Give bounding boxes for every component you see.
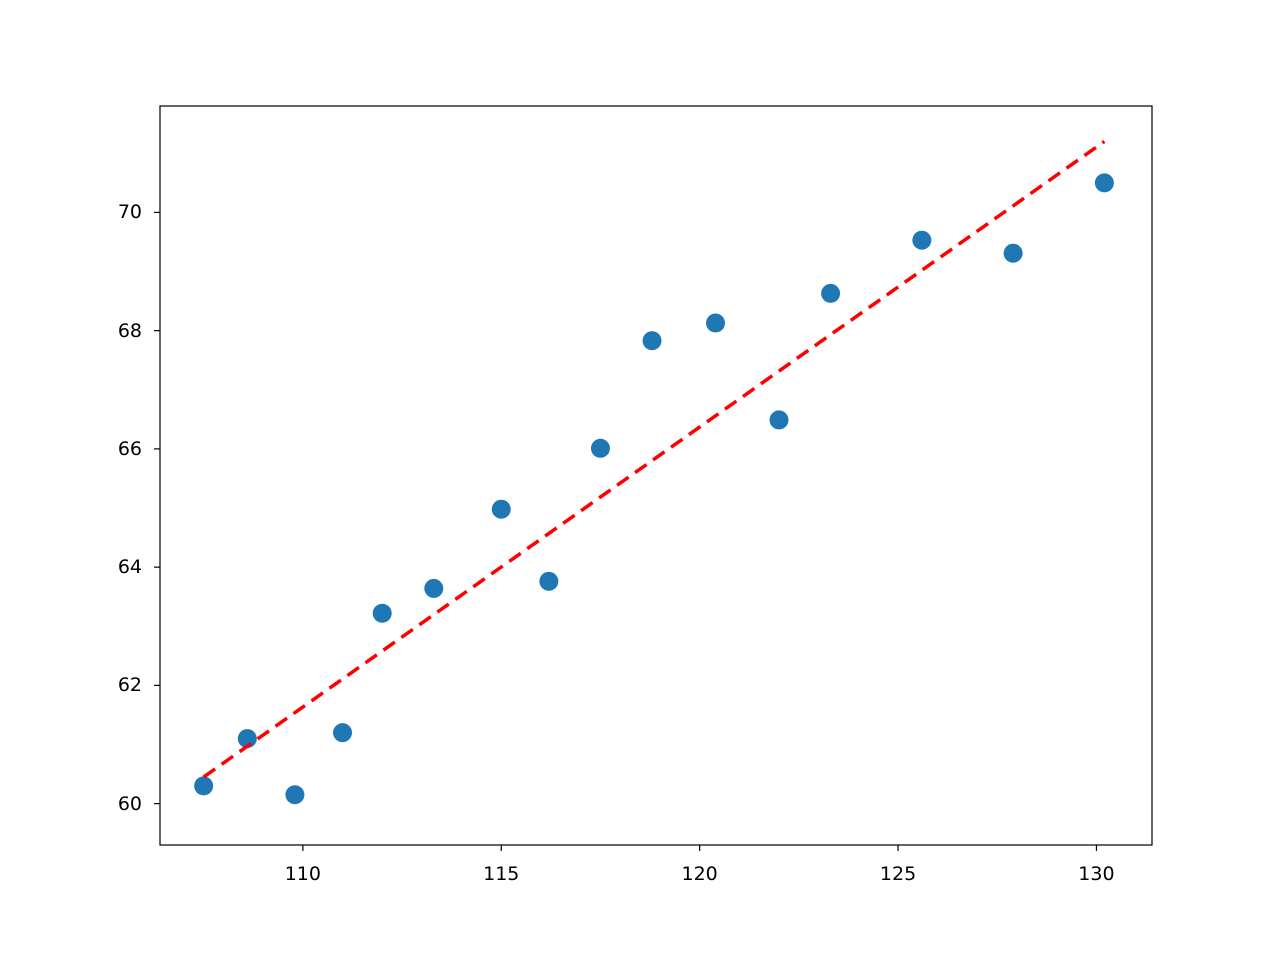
scatter-point (1095, 173, 1114, 192)
scatter-point (643, 331, 662, 350)
scatter-point (333, 723, 352, 742)
x-tick-label: 120 (682, 863, 718, 885)
scatter-point (194, 776, 213, 795)
scatter-point (373, 604, 392, 623)
x-tick-label: 110 (285, 863, 321, 885)
y-tick-label: 70 (118, 201, 142, 223)
y-tick-label: 62 (118, 674, 142, 696)
x-tick-label: 115 (483, 863, 519, 885)
chart-figure: 110 115 120 125 130 60 62 64 66 68 70 (0, 0, 1280, 960)
scatter-series (194, 173, 1114, 804)
y-tick-label: 60 (118, 793, 142, 815)
scatter-point (1004, 244, 1023, 263)
chart-svg (0, 0, 1280, 960)
axes-frame (160, 106, 1152, 845)
scatter-point (821, 284, 840, 303)
x-tick-label: 125 (880, 863, 916, 885)
y-tick-label: 66 (118, 438, 142, 460)
scatter-point (770, 410, 789, 429)
y-tick-label: 64 (118, 556, 142, 578)
y-tick-label: 68 (118, 320, 142, 342)
scatter-point (285, 785, 304, 804)
scatter-point (492, 500, 511, 519)
scatter-point (424, 579, 443, 598)
scatter-point (591, 439, 610, 458)
scatter-point (539, 572, 558, 591)
x-tick-label: 130 (1078, 863, 1114, 885)
scatter-point (706, 313, 725, 332)
scatter-point (912, 231, 931, 250)
fit-line (204, 141, 1105, 777)
